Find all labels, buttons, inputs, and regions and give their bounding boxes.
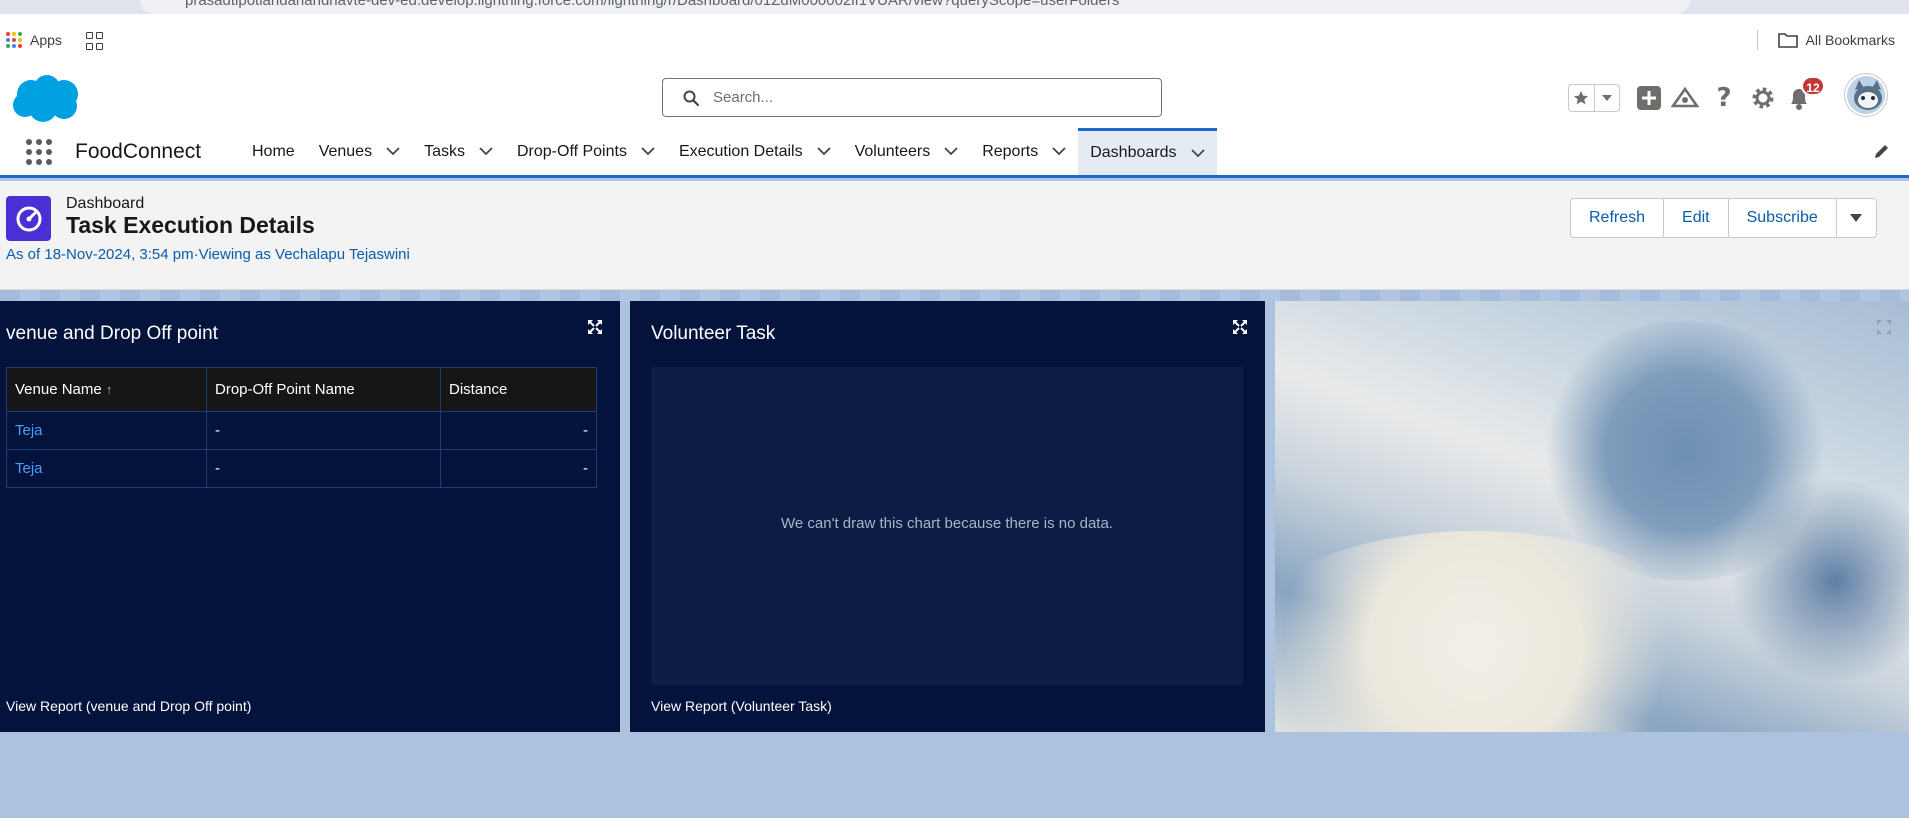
trailhead-icon[interactable] [1671, 84, 1699, 112]
chevron-down-icon[interactable] [944, 147, 958, 156]
chevron-down-icon [1850, 214, 1863, 222]
chevron-down-icon[interactable] [1052, 147, 1066, 156]
all-bookmarks[interactable]: All Bookmarks [1756, 30, 1895, 50]
all-bookmarks-label: All Bookmarks [1805, 32, 1895, 48]
venue-name-link[interactable]: Teja [6, 449, 207, 488]
edit-button[interactable]: Edit [1663, 199, 1728, 237]
no-data-message: We can't draw this chart because there i… [781, 515, 1113, 532]
dashboard-canvas: venue and Drop Off point Venue Name ↑ Dr… [0, 290, 1909, 818]
nav-tab-label: Home [252, 142, 295, 160]
apps-icon [6, 32, 22, 48]
apps-bookmark[interactable]: Apps [6, 32, 62, 48]
sort-ascending-icon: ↑ [105, 382, 113, 397]
cloud-logo-icon [13, 75, 78, 122]
nav-tab-label: Volunteers [854, 142, 931, 160]
nav-tab-label: Dashboards [1090, 144, 1177, 161]
nav-tab-reports[interactable]: Reports [970, 128, 1078, 175]
dashboard-page-header: Dashboard Task Execution Details As of 1… [0, 181, 1909, 290]
setup-gear-icon[interactable] [1749, 84, 1777, 112]
nav-tab-home[interactable]: Home [240, 128, 307, 175]
table-row: Teja - - [6, 411, 597, 450]
nav-tab-dashboards[interactable]: Dashboards [1078, 128, 1217, 175]
edit-nav-pencil-icon[interactable] [1873, 142, 1891, 165]
nav-tab-label: Reports [982, 142, 1039, 160]
widget-title: Volunteer Task [651, 323, 776, 344]
chevron-down-icon[interactable] [386, 147, 400, 156]
tab-groups-icon[interactable] [86, 32, 104, 50]
astro-avatar-icon [1847, 76, 1885, 114]
user-avatar[interactable] [1845, 74, 1887, 116]
chevron-down-icon[interactable] [816, 147, 831, 156]
page-title: Task Execution Details [66, 212, 315, 238]
notification-count-badge: 12 [1801, 76, 1825, 96]
chart-area: We can't draw this chart because there i… [651, 367, 1243, 685]
nav-tab-drop-off-points[interactable]: Drop-Off Points [505, 128, 667, 175]
nav-tab-label: Drop-Off Points [516, 142, 627, 160]
column-header-dropoff[interactable]: Drop-Off Point Name [206, 367, 441, 412]
venue-dropoff-widget: venue and Drop Off point Venue Name ↑ Dr… [0, 301, 620, 732]
apps-label: Apps [30, 32, 62, 48]
object-type-label: Dashboard [66, 195, 145, 212]
expand-icon[interactable] [1233, 320, 1247, 339]
global-actions-icon[interactable] [1635, 84, 1663, 112]
chevron-down-icon[interactable] [479, 147, 493, 156]
dropoff-point-cell: - [206, 449, 441, 488]
chevron-down-icon[interactable] [1190, 148, 1205, 158]
subscribe-button[interactable]: Subscribe [1727, 199, 1836, 237]
global-header: ? 12 [0, 68, 1909, 128]
nav-tabs: Home Venues Tasks Drop-Off Points Execution … [240, 128, 1217, 175]
venue-table: Venue Name ↑ Drop-Off Point Name Distanc… [6, 367, 597, 488]
help-icon[interactable]: ? [1710, 83, 1738, 113]
distance-cell: - [440, 449, 597, 488]
column-header-venue-name[interactable]: Venue Name ↑ [6, 367, 207, 412]
as-of-timestamp: As of 18-Nov-2024, 3:54 pm·Viewing as Ve… [6, 246, 410, 263]
app-navigation: FoodConnect Home Venues Tasks Drop-Off Poin… [0, 128, 1909, 178]
dropoff-point-cell: - [206, 411, 441, 450]
nav-tab-label: Tasks [424, 142, 465, 160]
salesforce-logo[interactable] [9, 72, 83, 129]
url-text[interactable]: prasadtipotlandanandhavte-dev-ed.develop… [185, 0, 1119, 9]
search-input[interactable] [711, 84, 1141, 111]
view-report-link[interactable]: View Report (venue and Drop Off point) [6, 698, 251, 714]
nav-tab-venues[interactable]: Venues [307, 128, 412, 175]
bookmarks-divider [1756, 30, 1758, 50]
expand-icon[interactable] [588, 320, 602, 339]
more-actions-button[interactable] [1835, 199, 1876, 237]
favorites-menu-icon[interactable] [1593, 85, 1619, 111]
expand-icon[interactable] [1877, 320, 1891, 339]
global-search[interactable] [662, 78, 1162, 117]
view-report-link[interactable]: View Report (Volunteer Task) [651, 698, 832, 714]
dashboard-actions: Refresh Edit Subscribe [1570, 198, 1877, 238]
favorites-star-icon[interactable] [1569, 85, 1594, 111]
sky-image-widget [1275, 301, 1909, 732]
folder-icon [1777, 33, 1798, 48]
nav-tab-volunteers[interactable]: Volunteers [843, 128, 971, 175]
venue-name-link[interactable]: Teja [6, 411, 207, 450]
volunteer-task-widget: Volunteer Task We can't draw this chart … [630, 301, 1265, 732]
column-header-distance[interactable]: Distance [440, 367, 597, 412]
nav-tab-label: Execution Details [678, 142, 803, 160]
chevron-down-icon[interactable] [641, 147, 655, 156]
nav-tab-execution-details[interactable]: Execution Details [667, 128, 843, 175]
nav-tab-label: Venues [318, 142, 373, 160]
table-header-row: Venue Name ↑ Drop-Off Point Name Distanc… [6, 367, 597, 412]
nav-tab-tasks[interactable]: Tasks [412, 128, 505, 175]
app-launcher-icon[interactable] [25, 138, 53, 166]
browser-url-bar[interactable]: prasadtipotlandanandhavte-dev-ed.develop… [0, 0, 1909, 14]
refresh-button[interactable]: Refresh [1571, 199, 1663, 237]
app-name: FoodConnect [75, 140, 202, 163]
distance-cell: - [440, 411, 597, 450]
dashboard-gauge-icon [6, 196, 51, 241]
bookmarks-bar: Apps All Bookmarks [0, 14, 1909, 68]
favorites-button[interactable] [1568, 84, 1620, 112]
widget-title: venue and Drop Off point [6, 323, 218, 344]
table-row: Teja - - [6, 449, 597, 488]
search-icon [683, 90, 699, 106]
